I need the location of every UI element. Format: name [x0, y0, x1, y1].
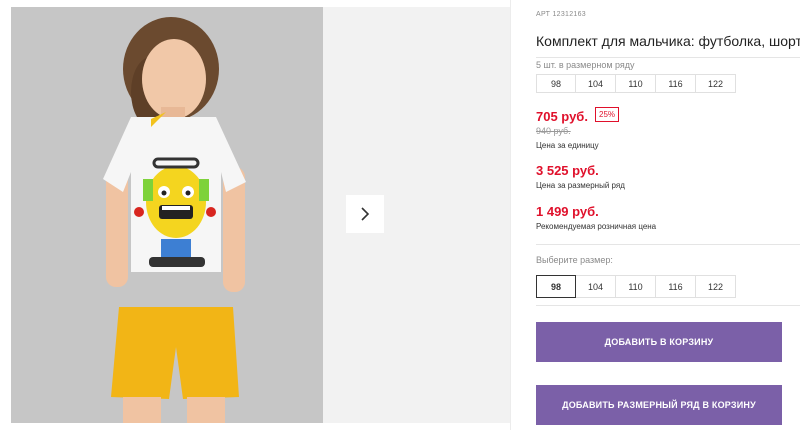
product-title: Комплект для мальчика: футболка, шорты	[536, 33, 800, 49]
product-gallery	[0, 0, 510, 430]
chevron-right-icon	[361, 207, 370, 221]
size-row-list: 98 104 110 116 122	[536, 74, 736, 93]
discount-badge: 25%	[595, 107, 620, 122]
next-image-button[interactable]	[346, 195, 384, 233]
unit-price: 705 руб.	[536, 109, 588, 124]
product-photo[interactable]	[11, 7, 323, 423]
size-row-item: 122	[696, 74, 736, 93]
column-divider	[510, 0, 511, 430]
select-size-label: Выберите размер:	[536, 255, 613, 265]
retail-price-label: Рекомендуемая розничная цена	[536, 222, 657, 231]
size-option-122[interactable]: 122	[696, 275, 736, 298]
size-row-label: 5 шт. в размерном ряду	[536, 60, 635, 70]
size-option-110[interactable]: 110	[616, 275, 656, 298]
size-selector: 98 104 110 116 122	[536, 275, 736, 298]
product-sku: АРТ 12312163	[536, 11, 586, 18]
unit-price-label: Цена за единицу	[536, 141, 599, 150]
size-option-104[interactable]: 104	[576, 275, 616, 298]
size-row-item: 104	[576, 74, 616, 93]
boy-outfit-image	[11, 7, 323, 423]
size-row-item: 110	[616, 74, 656, 93]
divider	[536, 305, 800, 306]
size-row-item: 98	[536, 74, 576, 93]
add-to-cart-button[interactable]: ДОБАВИТЬ В КОРЗИНУ	[536, 322, 782, 362]
product-info: АРТ 12312163 Комплект для мальчика: футб…	[536, 0, 800, 430]
row-price: 3 525 руб.	[536, 163, 599, 178]
divider	[536, 57, 800, 58]
row-price-label: Цена за размерный ряд	[536, 181, 625, 190]
size-option-98[interactable]: 98	[536, 275, 576, 298]
add-size-row-to-cart-button[interactable]: ДОБАВИТЬ РАЗМЕРНЫЙ РЯД В КОРЗИНУ	[536, 385, 782, 425]
size-option-116[interactable]: 116	[656, 275, 696, 298]
size-row-item: 116	[656, 74, 696, 93]
old-price: 940 руб.	[536, 126, 571, 136]
divider	[536, 244, 800, 245]
retail-price: 1 499 руб.	[536, 204, 599, 219]
